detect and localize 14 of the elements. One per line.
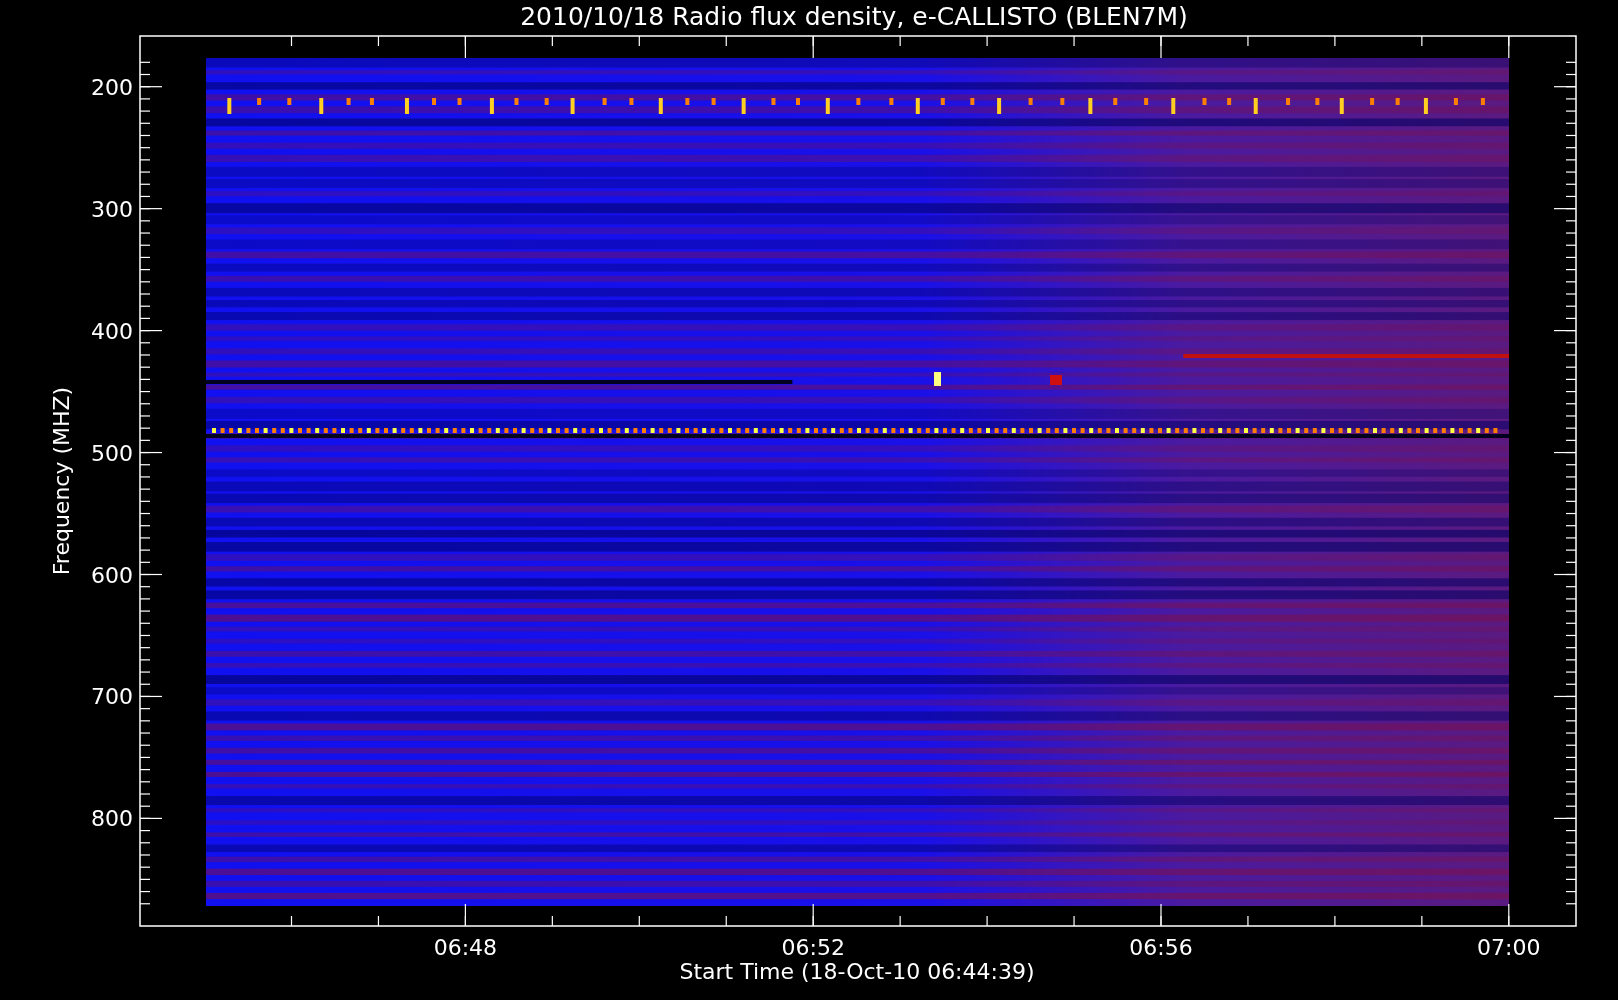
y-tick-label: 200 bbox=[91, 74, 133, 100]
y-tick-label: 500 bbox=[91, 440, 133, 466]
y-tick-label: 800 bbox=[91, 806, 133, 832]
y-tick-label: 400 bbox=[91, 318, 133, 344]
y-tick-label: 600 bbox=[91, 562, 133, 588]
chart-title: 2010/10/18 Radio flux density, e-CALLISTO (BLEN7M) bbox=[520, 2, 1188, 31]
y-tick-label: 300 bbox=[91, 196, 133, 222]
x-tick-label: 06:56 bbox=[1129, 935, 1193, 960]
y-tick-label: 700 bbox=[91, 684, 133, 710]
x-tick-label: 06:52 bbox=[781, 935, 845, 960]
x-tick-label: 06:48 bbox=[433, 935, 498, 960]
x-axis-label: Start Time (18-Oct-10 06:44:39) bbox=[679, 959, 1035, 984]
x-tick-label: 07:00 bbox=[1477, 935, 1541, 960]
y-axis-label: Frequency (MHZ) bbox=[49, 386, 74, 576]
